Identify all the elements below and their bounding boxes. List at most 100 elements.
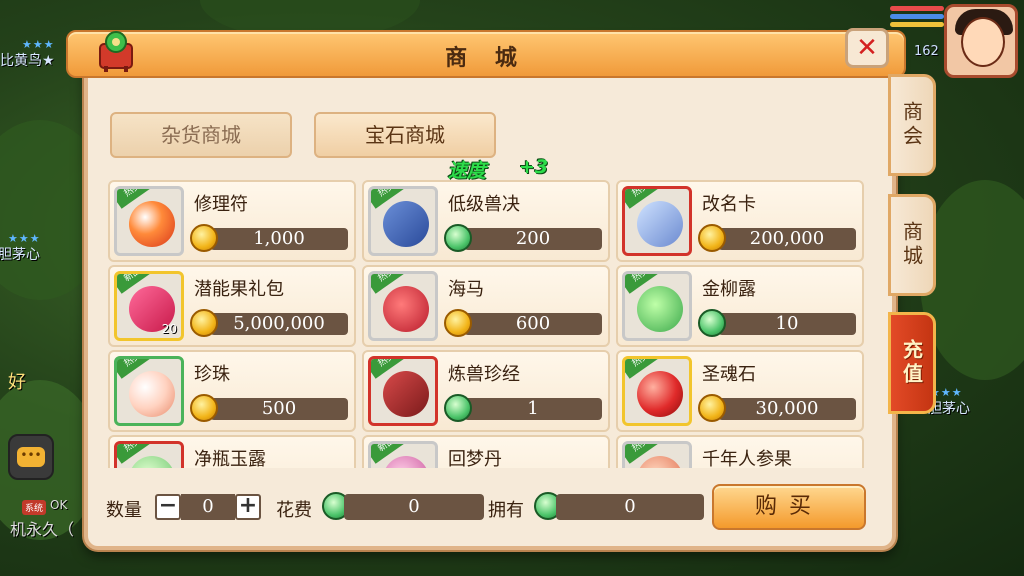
mp-bar — [890, 14, 944, 19]
item-icon-frame: 热卖 — [622, 186, 692, 256]
red-gem-icon — [637, 371, 683, 417]
item-name: 海马 — [448, 279, 484, 300]
close-icon: ✕ — [856, 33, 878, 63]
item-price: 5,000,000 — [210, 313, 348, 335]
buff-label: 速度 — [448, 160, 487, 182]
chat-line: 机永久（ — [10, 520, 75, 539]
item-price: 200 — [464, 228, 602, 250]
shop-item[interactable]: 热卖 海马 600 — [362, 265, 610, 347]
chat-bubble-icon: ••• — [17, 447, 45, 467]
player-name[interactable]: 胆茅心 — [0, 244, 40, 264]
exp-bar — [890, 22, 944, 27]
shop-item[interactable]: 热卖 修理符 1,000 — [108, 180, 356, 262]
item-stack-count: 20 — [161, 322, 177, 336]
hp-bar — [890, 6, 944, 11]
item-icon-frame: 热卖 — [368, 186, 438, 256]
player-level: 162 — [914, 44, 939, 59]
item-icon-frame: 热卖 — [114, 441, 184, 468]
buff-value: +3 — [519, 156, 549, 178]
item-price: 30,000 — [718, 398, 856, 420]
gold-coin-icon — [190, 309, 218, 337]
tab-guild-shop[interactable]: 商会 — [888, 74, 936, 176]
item-name: 修理符 — [194, 194, 248, 215]
item-icon-frame: 新品 — [368, 441, 438, 468]
quantity-label: 数量 — [106, 500, 142, 521]
shop-item[interactable]: 热卖 低级兽决 200 — [362, 180, 610, 262]
shop-item[interactable]: 新品 20 潜能果礼包 5,000,000 — [108, 265, 356, 347]
gold-coin-icon — [698, 394, 726, 422]
jade-currency-icon — [444, 224, 472, 252]
quantity-plus-button[interactable]: + — [235, 494, 261, 520]
pearl-icon — [129, 371, 175, 417]
item-name: 净瓶玉露 — [194, 449, 266, 468]
jade-currency-icon — [698, 309, 726, 337]
red-book-icon — [383, 371, 429, 417]
lantern-ornament-icon — [99, 31, 133, 72]
gourd-icon — [637, 286, 683, 332]
tab-recharge[interactable]: 充值 — [888, 312, 936, 414]
ginseng-icon — [637, 456, 683, 468]
gold-coin-icon — [190, 224, 218, 252]
title-bar: 商 城 — [66, 30, 906, 78]
item-icon-frame: 新品 20 — [114, 271, 184, 341]
chat-tag: OK — [50, 498, 68, 512]
quantity-minus-button[interactable]: − — [155, 494, 181, 520]
gold-coin-icon — [190, 394, 218, 422]
partial-label: 好 — [8, 372, 26, 393]
item-icon-frame: 热卖 — [622, 441, 692, 468]
item-name: 炼兽珍经 — [448, 364, 520, 385]
item-price: 1 — [464, 398, 602, 420]
item-grid: 热卖 修理符 1,000 热卖 低级兽决 200 热卖 改名卡 200,000 新品 20 潜能果礼包… — [108, 180, 868, 468]
quantity-input[interactable]: 0 — [181, 494, 235, 520]
owned-value: 0 — [556, 494, 704, 520]
jade-currency-icon — [444, 394, 472, 422]
shop-item[interactable]: 新品 回梦丹 — [362, 435, 610, 468]
item-icon-frame: 热卖 — [114, 186, 184, 256]
item-price: 500 — [210, 398, 348, 420]
shop-item[interactable]: 热卖 炼兽珍经 1 — [362, 350, 610, 432]
item-icon-frame: 热卖 — [622, 356, 692, 426]
avatar-face — [961, 17, 1005, 67]
shop-item[interactable]: 热卖 珍珠 500 — [108, 350, 356, 432]
item-name: 改名卡 — [702, 194, 756, 215]
blue-book-icon — [383, 201, 429, 247]
item-name: 金柳露 — [702, 279, 756, 300]
category-gem-store[interactable]: 宝石商城 — [314, 112, 496, 158]
cost-label: 花费 — [276, 500, 312, 521]
shop-item[interactable]: 热卖 净瓶玉露 — [108, 435, 356, 468]
item-name: 珍珠 — [194, 364, 230, 385]
player-name[interactable]: 比黄鸟★ — [0, 50, 55, 70]
cost-value: 0 — [344, 494, 484, 520]
item-name: 低级兽决 — [448, 194, 520, 215]
item-name: 回梦丹 — [448, 449, 502, 468]
item-price: 1,000 — [210, 228, 348, 250]
item-icon-frame: 热卖 — [368, 356, 438, 426]
item-name: 圣魂石 — [702, 364, 756, 385]
item-price: 200,000 — [718, 228, 856, 250]
owned-label: 拥有 — [488, 500, 524, 521]
tab-mall[interactable]: 商城 — [888, 194, 936, 296]
gold-coin-icon — [698, 224, 726, 252]
orange-orb-icon — [129, 201, 175, 247]
item-icon-frame: 热卖 — [114, 356, 184, 426]
item-price: 600 — [464, 313, 602, 335]
window-title: 商 城 — [445, 46, 527, 71]
pill-icon — [383, 456, 429, 468]
item-icon-frame: 热卖 — [622, 271, 692, 341]
close-button[interactable]: ✕ — [845, 28, 889, 68]
player-avatar[interactable] — [944, 4, 1018, 78]
shop-item[interactable]: 热卖 圣魂石 30,000 — [616, 350, 864, 432]
item-name: 潜能果礼包 — [194, 279, 284, 300]
gold-coin-icon — [444, 309, 472, 337]
shop-item[interactable]: 热卖 金柳露 10 — [616, 265, 864, 347]
category-general-store[interactable]: 杂货商城 — [110, 112, 292, 158]
chat-button[interactable]: ••• — [8, 434, 54, 480]
shop-item[interactable]: 热卖 改名卡 200,000 — [616, 180, 864, 262]
name-card-icon — [637, 201, 683, 247]
item-icon-frame: 热卖 — [368, 271, 438, 341]
buy-button[interactable]: 购买 — [712, 484, 866, 530]
channel-tag: 系统 — [22, 500, 47, 515]
item-price: 10 — [718, 313, 856, 335]
item-name: 千年人参果 — [702, 449, 792, 468]
shop-item[interactable]: 热卖 千年人参果 — [616, 435, 864, 468]
